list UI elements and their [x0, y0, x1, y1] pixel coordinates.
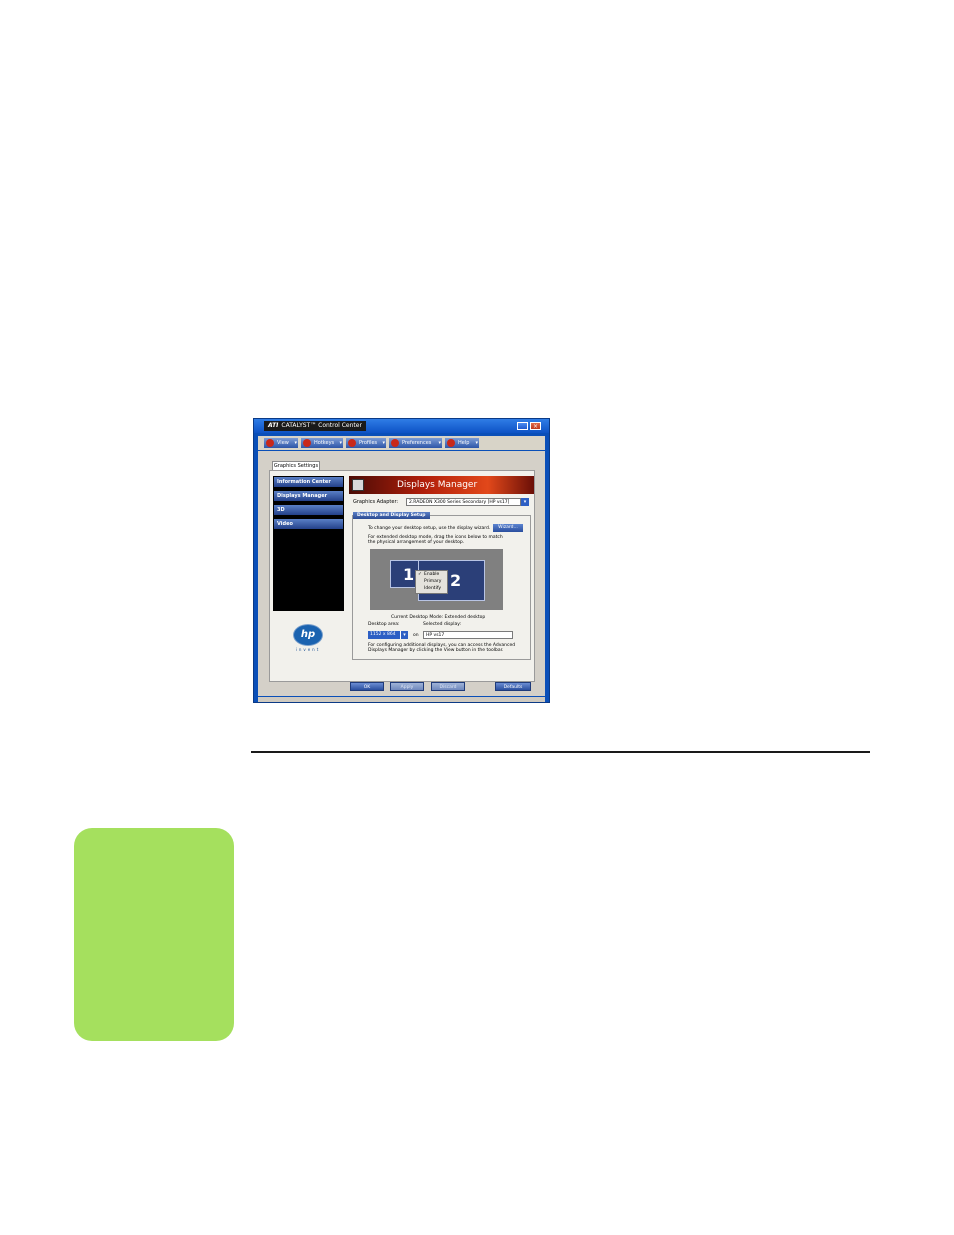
display-arrangement-area[interactable]: 1 2 ✓ Enable Primary Identify — [370, 549, 503, 610]
group-title: Desktop and Display Setup — [353, 512, 430, 519]
on-label: on — [413, 633, 419, 638]
menu-hotkeys[interactable]: Hotkeys ▾ — [301, 438, 343, 448]
hp-invent-tagline: invent — [295, 647, 321, 652]
preferences-icon — [391, 439, 399, 447]
title-bar[interactable]: ATI CATALYST™ Control Center _ × — [254, 419, 549, 433]
view-icon — [266, 439, 274, 447]
menu-view[interactable]: View ▾ — [264, 438, 298, 448]
toolbar: View ▾ Hotkeys ▾ Profiles ▾ Preferences ▾ He… — [258, 436, 545, 450]
profiles-icon — [348, 439, 356, 447]
sidebar-item-video[interactable]: Video — [274, 519, 343, 529]
defaults-button[interactable]: Defaults — [495, 682, 531, 691]
hotkeys-icon — [303, 439, 311, 447]
chevron-down-icon: ▾ — [294, 440, 297, 446]
section-banner: Displays Manager — [349, 476, 534, 494]
chevron-down-icon: ▾ — [475, 440, 478, 446]
banner-title: Displays Manager — [397, 480, 478, 490]
green-side-tab — [74, 828, 234, 1041]
close-button[interactable]: × — [530, 422, 541, 430]
horizontal-rule — [251, 751, 870, 753]
selected-display-label: Selected display: — [423, 622, 462, 627]
minimize-button[interactable]: _ — [517, 422, 528, 430]
sidebar-nav: Information Center Displays Manager 3D V… — [273, 476, 344, 611]
chevron-down-icon: ▾ — [382, 440, 385, 446]
catalyst-control-center-window: ATI CATALYST™ Control Center _ × View ▾ Ho… — [253, 418, 550, 703]
discard-button[interactable]: Discard — [431, 682, 465, 691]
desktop-display-setup-group: Desktop and Display Setup To change your… — [352, 512, 531, 660]
sidebar-item-displays-manager[interactable]: Displays Manager — [274, 491, 343, 501]
chevron-down-icon[interactable]: ▾ — [521, 498, 529, 506]
graphics-adapter-select[interactable]: 2.RADEON X300 Series Secondary [HP vs17] — [406, 498, 521, 506]
status-bar — [258, 697, 545, 702]
wizard-button[interactable]: Wizard... — [493, 524, 523, 532]
sidebar-item-3d[interactable]: 3D — [274, 505, 343, 515]
check-icon: ✓ — [418, 572, 422, 577]
ati-brand: ATI — [268, 422, 279, 429]
menu-profiles[interactable]: Profiles ▾ — [346, 438, 386, 448]
desktop-area-select[interactable]: 1152 x 864 — [368, 631, 400, 639]
window-title: ATI CATALYST™ Control Center — [264, 421, 366, 431]
desktop-area-label: Desktop area: — [368, 622, 400, 627]
chevron-down-icon: ▾ — [438, 440, 441, 446]
ok-button[interactable]: OK — [350, 682, 384, 691]
current-desktop-mode: Current Desktop Mode: Extended desktop — [391, 615, 486, 620]
window-body: Graphics Settings Information Center Dis… — [258, 451, 545, 696]
display-icon — [352, 479, 364, 491]
hp-logo: hp — [293, 624, 323, 646]
instructions-line-2: the physical arrangement of your desktop… — [368, 540, 465, 545]
context-item-enable[interactable]: Enable — [424, 572, 439, 577]
tab-graphics-settings[interactable]: Graphics Settings — [272, 461, 320, 470]
context-item-primary[interactable]: Primary — [424, 579, 441, 584]
wizard-hint: To change your desktop setup, use the di… — [368, 526, 491, 531]
selected-display-field[interactable]: HP vs17 — [423, 631, 513, 639]
apply-button[interactable]: Apply — [390, 682, 424, 691]
menu-help[interactable]: Help ▾ — [445, 438, 479, 448]
graphics-adapter-label: Graphics Adapter: — [353, 499, 399, 505]
context-item-identify[interactable]: Identify — [424, 586, 441, 591]
help-icon — [447, 439, 455, 447]
monitor-context-menu: ✓ Enable Primary Identify — [415, 570, 448, 594]
sidebar-item-information-center[interactable]: Information Center — [274, 477, 343, 487]
footer-line-2: Displays Manager by clicking the View bu… — [368, 648, 504, 653]
menu-preferences[interactable]: Preferences ▾ — [389, 438, 442, 448]
chevron-down-icon: ▾ — [339, 440, 342, 446]
graphics-settings-panel: Information Center Displays Manager 3D V… — [269, 470, 535, 682]
chevron-down-icon[interactable]: ▾ — [400, 631, 408, 639]
